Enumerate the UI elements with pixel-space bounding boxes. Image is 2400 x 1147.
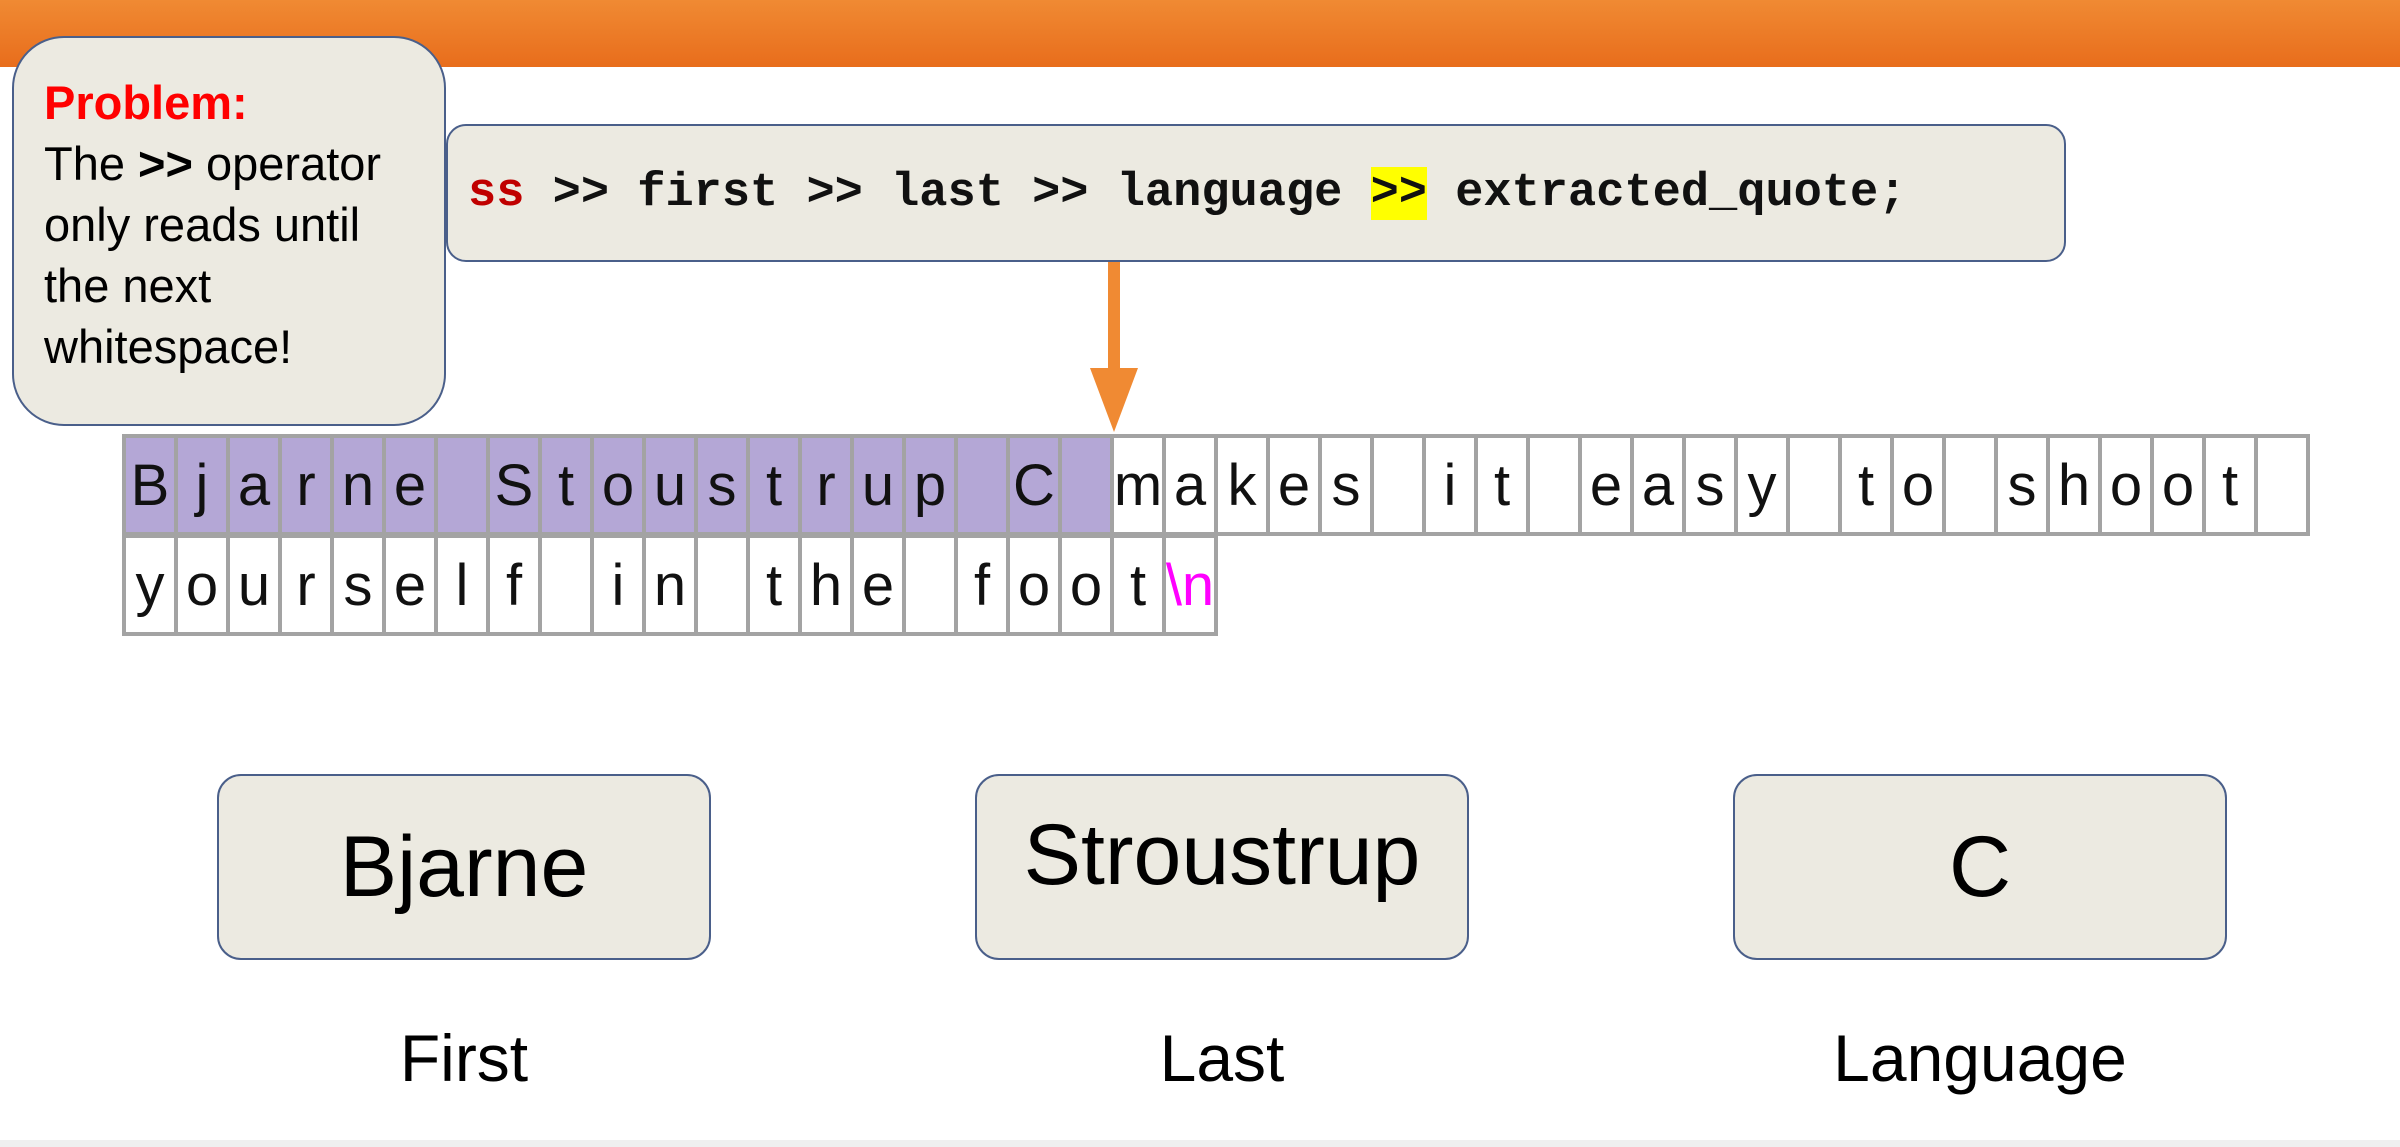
buffer-cell: t (1114, 534, 1166, 636)
buffer-cell: l (438, 534, 490, 636)
problem-title: Problem: (44, 76, 248, 129)
code-middle: >> first >> last >> language (524, 166, 1371, 220)
buffer-cell-space (542, 534, 594, 636)
read-position-arrow-shaft (1108, 262, 1120, 372)
buffer-cell: r (282, 434, 334, 536)
buffer-cell: u (646, 434, 698, 536)
first-label: First (399, 1021, 529, 1095)
buffer-cell: i (1426, 434, 1478, 536)
buffer-cell-space (1062, 434, 1114, 536)
problem-text-before: The (44, 137, 139, 190)
buffer-cell: r (802, 434, 854, 536)
buffer-cell: t (1478, 434, 1530, 536)
buffer-cell-space (958, 434, 1010, 536)
buffer-cell: a (1166, 434, 1218, 536)
buffer-cell: j (178, 434, 230, 536)
buffer-cell: y (126, 534, 178, 636)
buffer-cell: t (750, 434, 802, 536)
buffer-row-1: Bjarne Stoustrup C makes it easy to shoo… (122, 434, 2310, 536)
buffer-cell: o (1010, 534, 1062, 636)
buffer-cell: n (334, 434, 386, 536)
buffer-cell: u (854, 434, 906, 536)
buffer-cell-space (1530, 434, 1582, 536)
buffer-row-2: yourself in the f o o t \n (122, 534, 1218, 636)
problem-text: The >> operator only reads until the nex… (44, 133, 414, 377)
buffer-cell: e (1582, 434, 1634, 536)
footer-line (0, 1140, 2400, 1147)
buffer-cell: o (1894, 434, 1946, 536)
buffer-cell: f (958, 534, 1010, 636)
buffer-cell: m (1114, 434, 1166, 536)
buffer-cell-space (1374, 434, 1426, 536)
first-value-box: Bjarne (217, 774, 711, 960)
read-position-arrow-head (1090, 368, 1138, 432)
buffer-cell: e (386, 534, 438, 636)
buffer-cell: n (646, 534, 698, 636)
code-stream-name: ss (468, 166, 525, 220)
buffer-cell-space (1790, 434, 1842, 536)
buffer-cell: t (2206, 434, 2258, 536)
buffer-cell-space (438, 434, 490, 536)
buffer-cell: s (698, 434, 750, 536)
problem-callout: Problem: The >> operator only reads unti… (12, 36, 446, 426)
code-highlighted-operator: >> (1370, 166, 1427, 220)
buffer-cell-newline: \n (1166, 534, 1218, 636)
buffer-cell: p (906, 434, 958, 536)
last-label: Last (1159, 1021, 1285, 1095)
buffer-cell: e (1270, 434, 1322, 536)
buffer-cell: s (334, 534, 386, 636)
buffer-cell: e (386, 434, 438, 536)
buffer-cell: t (542, 434, 594, 536)
buffer-cell: o (2154, 434, 2206, 536)
buffer-cell: C (1010, 434, 1062, 536)
buffer-cell: y (1738, 434, 1790, 536)
code-end: extracted_quote; (1426, 166, 1907, 220)
buffer-cell: i (594, 534, 646, 636)
buffer-cell: t (750, 534, 802, 636)
buffer-cell-space (698, 534, 750, 636)
buffer-cell: a (1634, 434, 1686, 536)
buffer-cell-space (2258, 434, 2310, 536)
buffer-cell: k (1218, 434, 1270, 536)
buffer-cell: u (230, 534, 282, 636)
buffer-cell: B (126, 434, 178, 536)
language-value-box: C (1733, 774, 2227, 960)
buffer-cell: S (490, 434, 542, 536)
buffer-cell: t (1842, 434, 1894, 536)
first-value: Bjarne (339, 818, 589, 915)
buffer-cell: o (594, 434, 646, 536)
last-value-box: Stroustrup (975, 774, 1469, 960)
buffer-cell: h (2050, 434, 2102, 536)
buffer-cell: r (282, 534, 334, 636)
buffer-cell-space (1946, 434, 1998, 536)
buffer-cell: e (854, 534, 906, 636)
buffer-cell: a (230, 434, 282, 536)
buffer-cell: o (1062, 534, 1114, 636)
language-label: Language (1833, 1021, 2127, 1095)
buffer-cell: s (1322, 434, 1374, 536)
problem-operator: >> (138, 137, 193, 190)
buffer-cell-space (906, 534, 958, 636)
buffer-cell: s (1686, 434, 1738, 536)
language-value: C (1948, 818, 2012, 915)
buffer-cell: o (178, 534, 230, 636)
code-statement: ss >> first >> last >> language >> extra… (446, 124, 2066, 262)
buffer-cell: h (802, 534, 854, 636)
last-value: Stroustrup (1023, 806, 1421, 903)
buffer-cell: o (2102, 434, 2154, 536)
buffer-cell: s (1998, 434, 2050, 536)
buffer-cell: f (490, 534, 542, 636)
